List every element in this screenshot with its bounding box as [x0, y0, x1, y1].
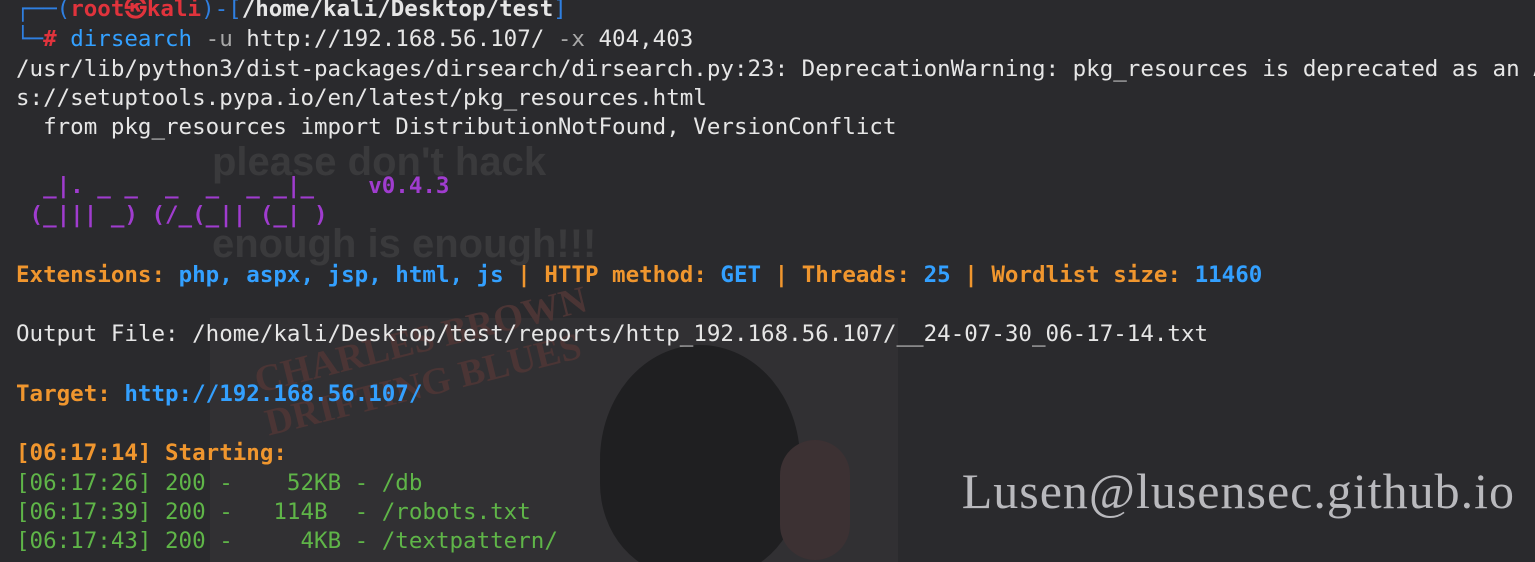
- prompt-host: kali: [146, 0, 202, 22]
- extensions-value: php, aspx, jsp, html, js: [178, 262, 504, 288]
- config-line: Extensions: php, aspx, jsp, html, js | H…: [16, 261, 1262, 290]
- result-path: /textpattern/: [381, 528, 558, 554]
- method-label: HTTP method:: [544, 262, 707, 288]
- result-status: 200: [165, 528, 206, 554]
- result-size: 52KB: [246, 470, 342, 496]
- prompt-bracket-close: ]: [553, 0, 567, 22]
- output-file-label: Output File:: [16, 321, 179, 347]
- target-label: Target:: [16, 381, 111, 407]
- warning-line-2: s://setuptools.pypa.io/en/latest/pkg_res…: [16, 85, 707, 111]
- target-url: http://192.168.56.107/: [124, 381, 423, 407]
- result-path: /db: [381, 470, 423, 496]
- prompt-user: root: [70, 0, 125, 22]
- wordlist-label: Wordlist size:: [991, 262, 1182, 288]
- wordlist-value: 11460: [1194, 262, 1263, 288]
- command-codes: 404,403: [598, 26, 694, 52]
- extensions-label: Extensions:: [16, 262, 166, 288]
- starting-time: [06:17:14]: [16, 440, 152, 466]
- result-row: [06:17:26] 200 - 52KB - /db: [16, 470, 423, 496]
- banner-art-line-2: (_||| _) (/_(_|| (_| ): [16, 202, 328, 228]
- command-flag-u: -u: [205, 26, 233, 52]
- command-url: http://192.168.56.107/: [246, 26, 545, 52]
- watermark-text: Lusen@lusensec.github.io: [961, 463, 1515, 519]
- separator: |: [964, 262, 978, 288]
- starting-text: Starting:: [165, 440, 287, 466]
- separator: |: [774, 262, 789, 288]
- threads-label: Threads:: [801, 262, 911, 288]
- banner-art-top: _|. _ _ _ _ _ _|_: [16, 173, 369, 199]
- prompt-corner: ┌──(: [16, 0, 71, 22]
- output-file-path: /home/kali/Desktop/test/reports/http_192…: [192, 321, 1209, 347]
- command-line[interactable]: └─# dirsearch -u http://192.168.56.107/ …: [16, 25, 693, 54]
- result-time: [06:17:39]: [16, 499, 152, 525]
- poster-portrait: [600, 345, 800, 562]
- command-program: dirsearch: [70, 26, 193, 52]
- result-path: /robots.txt: [381, 499, 531, 525]
- command-flag-x: -x: [557, 26, 585, 52]
- output-file-line: Output File: /home/kali/Desktop/test/rep…: [16, 320, 1208, 349]
- result-row: [06:17:43] 200 - 4KB - /textpattern/: [16, 528, 558, 554]
- prompt-at-icon: ㉿: [124, 0, 147, 22]
- prompt-cwd: /home/kali/Desktop/test: [241, 0, 554, 22]
- starting-line: [06:17:14] Starting:: [16, 439, 287, 468]
- terminal-window[interactable]: please don't hack enough is enough!!! CH…: [0, 0, 1535, 562]
- result-status: 200: [165, 470, 206, 496]
- prompt-line: ┌──(root㉿kali)-[/home/kali/Desktop/test]: [16, 0, 567, 24]
- banner-art-line-1: _|. _ _ _ _ _ _|_ v0.4.3: [16, 172, 449, 201]
- result-time: [06:17:26]: [16, 470, 152, 496]
- warning-line-3: from pkg_resources import DistributionNo…: [16, 114, 897, 140]
- separator: |: [517, 262, 531, 288]
- result-size: 4KB: [246, 528, 342, 554]
- prompt-corner-bottom: └─: [16, 26, 44, 52]
- banner-version: v0.4.3: [368, 173, 450, 199]
- result-status: 200: [165, 499, 206, 525]
- target-line: Target: http://192.168.56.107/: [16, 380, 422, 409]
- prompt-hash: #: [43, 26, 57, 52]
- result-size: 114B: [246, 499, 342, 525]
- threads-value: 25: [923, 262, 951, 288]
- result-time: [06:17:43]: [16, 528, 152, 554]
- result-row: [06:17:39] 200 - 114B - /robots.txt: [16, 499, 531, 525]
- poster-microphone: [780, 440, 850, 560]
- warning-line-1: /usr/lib/python3/dist-packages/dirsearch…: [16, 56, 1535, 82]
- method-value: GET: [720, 262, 762, 288]
- prompt-bracket-open: )-[: [201, 0, 242, 22]
